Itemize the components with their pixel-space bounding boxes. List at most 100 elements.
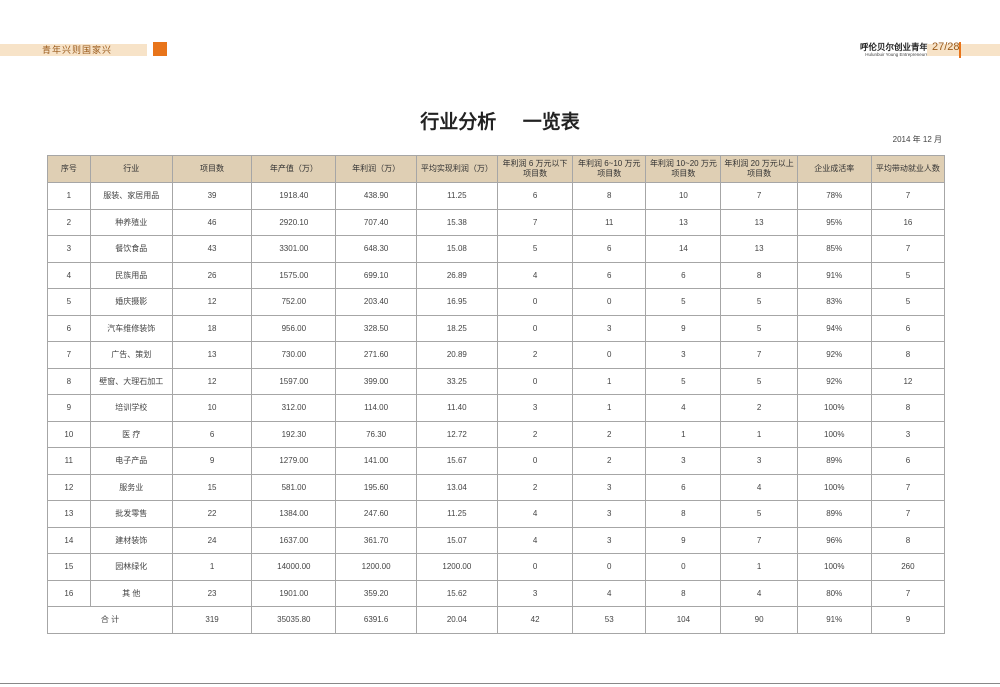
table-cell: 1901.00 [251, 579, 337, 607]
table-cell: 6 [496, 182, 574, 210]
column-header: 年利润 6 万元以下项目数 [496, 155, 574, 183]
table-cell: 438.90 [335, 182, 417, 210]
table-cell: 13 [47, 500, 91, 528]
table-cell: 广告、策划 [89, 341, 173, 369]
table-cell: 15.08 [415, 235, 499, 263]
table-cell: 6 [572, 235, 647, 263]
date-label: 2014 年 12 月 [892, 135, 942, 144]
total-cell: 20.04 [415, 606, 499, 634]
table-cell: 4 [720, 473, 798, 501]
table-cell: 7 [720, 526, 798, 554]
table-cell: 14 [645, 235, 722, 263]
table-row: 10 医 疗 6 192.30 76.30 12.72 2 2 1 1 100% 3 [47, 420, 946, 448]
table-cell: 汽车维修装饰 [89, 314, 173, 342]
table-cell: 13 [720, 235, 798, 263]
total-label: 合 计 [47, 606, 173, 634]
table-cell: 建材装饰 [89, 526, 173, 554]
table-cell: 5 [720, 314, 798, 342]
table-cell: 0 [496, 367, 574, 395]
column-header: 平均实现利润（万） [415, 155, 499, 183]
table-cell: 6 [171, 420, 253, 448]
table-cell: 16.95 [415, 288, 499, 316]
table-cell: 2 [496, 341, 574, 369]
total-cell: 35035.80 [251, 606, 337, 634]
table-cell: 1637.00 [251, 526, 337, 554]
table-cell: 7 [47, 341, 91, 369]
table-cell: 5 [720, 288, 798, 316]
table-cell: 8 [645, 579, 722, 607]
table-header-row: 序号 行业 项目数 年产值（万） 年利润（万） 平均实现利润（万） 年利润 6 … [47, 155, 946, 183]
table-cell: 96% [796, 526, 872, 554]
table-cell: 8 [47, 367, 91, 395]
table-cell: 15.67 [415, 447, 499, 475]
table-cell: 43 [171, 235, 253, 263]
table-cell: 80% [796, 579, 872, 607]
column-header: 年利润 10~20 万元项目数 [645, 155, 722, 183]
table-cell: 医 疗 [89, 420, 173, 448]
table-cell: 3 [572, 526, 647, 554]
column-header: 年利润 6~10 万元项目数 [572, 155, 647, 183]
table-cell: 2 [47, 208, 91, 236]
table-cell: 89% [796, 500, 872, 528]
table-cell: 餐饮食品 [89, 235, 173, 263]
table-cell: 16 [870, 208, 946, 236]
table-cell: 2920.10 [251, 208, 337, 236]
table-cell: 15 [171, 473, 253, 501]
table-row: 4 民族用品 26 1575.00 699.10 26.89 4 6 6 8 91% 5 [47, 261, 946, 289]
column-header: 年利润 20 万元以上项目数 [720, 155, 798, 183]
table-cell: 5 [720, 367, 798, 395]
table-cell: 0 [645, 553, 722, 581]
table-cell: 5 [645, 288, 722, 316]
column-header: 序号 [47, 155, 91, 183]
table-cell: 92% [796, 367, 872, 395]
table-row: 1 服装、家居用品 39 1918.40 438.90 11.25 6 8 10 7 78% 7 [47, 182, 946, 210]
table-cell: 0 [572, 288, 647, 316]
table-cell: 1 [572, 394, 647, 422]
total-cell: 90 [720, 606, 798, 634]
table-cell: 94% [796, 314, 872, 342]
table-cell: 12 [870, 367, 946, 395]
table-cell: 1279.00 [251, 447, 337, 475]
table-cell: 16 [47, 579, 91, 607]
table-cell: 13 [171, 341, 253, 369]
table-cell: 3 [496, 394, 574, 422]
column-header: 平均带动就业人数 [870, 155, 946, 183]
table-cell: 271.60 [335, 341, 417, 369]
table-cell: 1 [645, 420, 722, 448]
table-cell: 15.38 [415, 208, 499, 236]
table-cell: 0 [572, 341, 647, 369]
table-cell: 11 [572, 208, 647, 236]
table-cell: 9 [47, 394, 91, 422]
table-cell: 7 [720, 182, 798, 210]
table-cell: 6 [47, 314, 91, 342]
table-cell: 92% [796, 341, 872, 369]
table-cell: 0 [496, 314, 574, 342]
table-cell: 141.00 [335, 447, 417, 475]
table-cell: 26.89 [415, 261, 499, 289]
table-cell: 12 [171, 367, 253, 395]
table-row: 6 汽车维修装饰 18 956.00 328.50 18.25 0 3 9 5 94% 6 [47, 314, 946, 342]
table-cell: 7 [870, 579, 946, 607]
total-cell: 319 [171, 606, 253, 634]
table-cell: 707.40 [335, 208, 417, 236]
table-cell: 192.30 [251, 420, 337, 448]
table-cell: 13.04 [415, 473, 499, 501]
industry-analysis-table: 序号 行业 项目数 年产值（万） 年利润（万） 平均实现利润（万） 年利润 6 … [47, 155, 946, 634]
table-cell: 1575.00 [251, 261, 337, 289]
table-row: 14 建材装饰 24 1637.00 361.70 15.07 4 3 9 7 96% 8 [47, 526, 946, 554]
table-cell: 361.70 [335, 526, 417, 554]
table-cell: 种养殖业 [89, 208, 173, 236]
table-cell: 9 [171, 447, 253, 475]
column-header: 项目数 [171, 155, 253, 183]
table-cell: 3 [645, 341, 722, 369]
table-row: 5 婚庆摄影 12 752.00 203.40 16.95 0 0 5 5 83% 5 [47, 288, 946, 316]
table-cell: 0 [496, 553, 574, 581]
table-cell: 6 [572, 261, 647, 289]
table-row: 8 壁窗、大理石加工 12 1597.00 399.00 33.25 0 1 5 5 92% 12 [47, 367, 946, 395]
table-cell: 0 [496, 447, 574, 475]
table-cell: 批发零售 [89, 500, 173, 528]
table-cell: 4 [496, 500, 574, 528]
table-row: 3 餐饮食品 43 3301.00 648.30 15.08 5 6 14 13 85% 7 [47, 235, 946, 263]
table-cell: 1597.00 [251, 367, 337, 395]
page-number: 27/28 [932, 41, 960, 53]
